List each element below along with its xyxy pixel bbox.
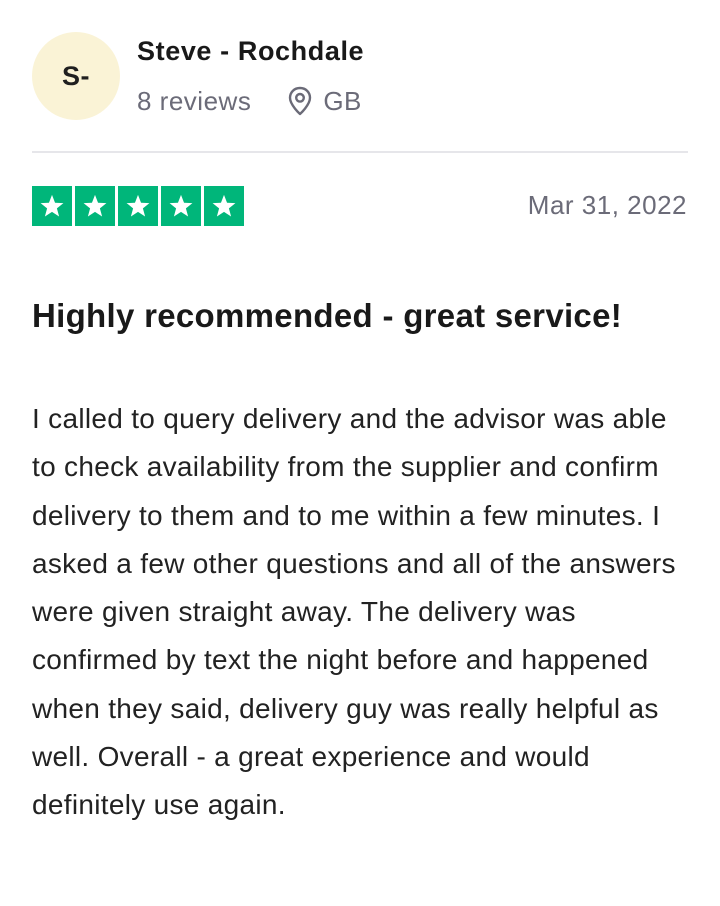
star-icon [204,186,244,226]
review-body: I called to query delivery and the advis… [32,403,676,821]
divider [32,151,688,153]
star-rating [32,186,244,226]
reviewer-name[interactable]: Steve - Rochdale [137,36,364,67]
star-icon [161,186,201,226]
reviewer-header: S- Steve - Rochdale 8 reviews GB [32,32,688,122]
star-icon [75,186,115,226]
reviewer-country: GB [323,85,362,116]
review-card: S- Steve - Rochdale 8 reviews GB Mar 31,… [0,0,720,906]
review-count: 8 reviews [137,85,252,116]
avatar[interactable]: S- [32,32,120,120]
star-icon [118,186,158,226]
avatar-initials: S- [62,60,90,91]
review-date: Mar 31, 2022 [527,190,687,220]
reviewer-meta: 8 reviews GB [137,84,362,118]
star-icon [32,186,72,226]
location-pin-icon [287,86,313,116]
review-title[interactable]: Highly recommended - great service! [32,292,672,339]
